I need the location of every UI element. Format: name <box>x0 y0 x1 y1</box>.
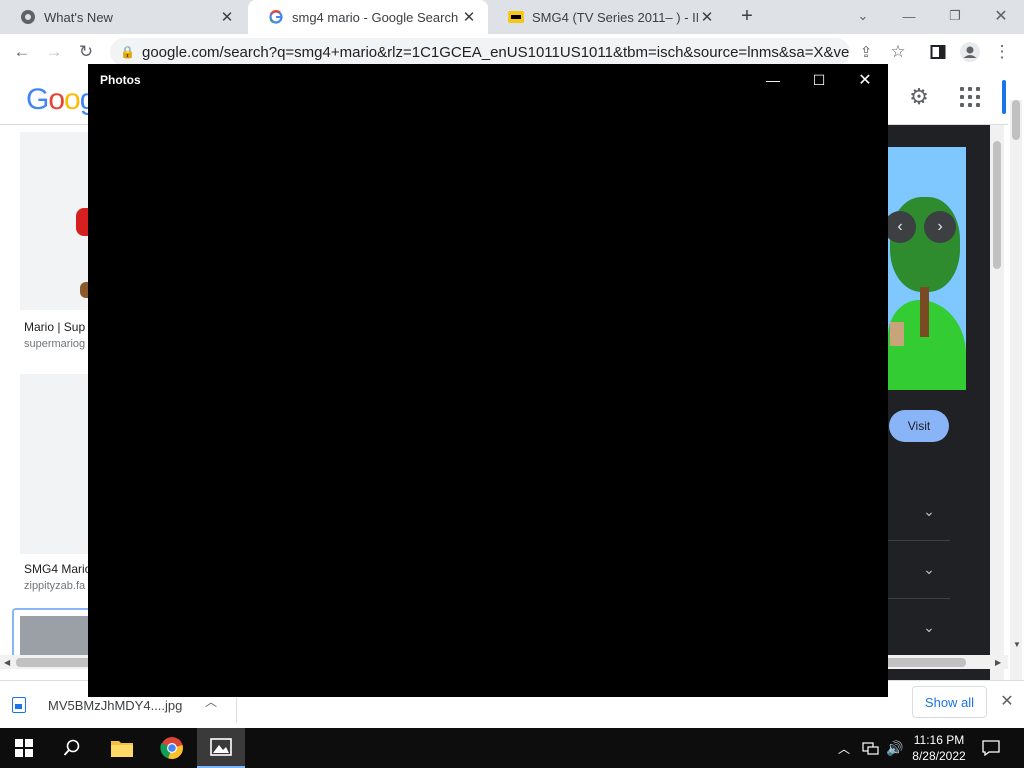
photos-taskbar-icon[interactable] <box>197 728 245 768</box>
apps-grid-icon[interactable] <box>958 85 982 109</box>
result-title[interactable]: Mario | Sup <box>24 320 85 334</box>
minimize-icon[interactable]: — <box>750 68 796 92</box>
photos-window-title: Photos <box>100 73 141 87</box>
network-icon[interactable] <box>862 728 880 768</box>
chrome-taskbar-icon[interactable] <box>148 728 196 768</box>
preview-scrollbar[interactable] <box>990 125 1004 680</box>
chrome-icon <box>20 9 36 25</box>
reload-icon[interactable]: ↻ <box>74 40 98 64</box>
tab-title: SMG4 (TV Series 2011– ) - IMDb <box>532 9 698 25</box>
divider <box>888 598 950 599</box>
close-tab-icon[interactable]: ✕ <box>460 8 478 26</box>
next-image-icon[interactable]: › <box>924 211 956 243</box>
clock-time: 11:16 PM <box>913 733 965 747</box>
windows-taskbar: ︿ 🔊 11:16 PM 8/28/2022 <box>0 728 1024 768</box>
windows-start-icon[interactable] <box>0 728 48 768</box>
show-all-button[interactable]: Show all <box>912 686 987 718</box>
forward-icon[interactable]: → <box>42 40 66 64</box>
result-thumbnail[interactable] <box>20 374 88 554</box>
scroll-right-arrow[interactable]: ▶ <box>995 658 1001 667</box>
google-g-icon <box>268 9 284 25</box>
visit-button[interactable]: Visit <box>889 410 949 442</box>
chevron-down-icon[interactable]: ⌄ <box>918 561 940 583</box>
tab-title: What's New <box>44 9 113 25</box>
close-tab-icon[interactable]: ✕ <box>218 8 236 26</box>
divider <box>888 540 950 541</box>
url-text: google.com/search?q=smg4+mario&rlz=1C1GC… <box>142 43 850 61</box>
clock-date: 8/28/2022 <box>912 749 966 763</box>
scroll-down-arrow[interactable]: ▼ <box>1013 640 1021 649</box>
scroll-left-arrow[interactable]: ◀ <box>4 658 10 667</box>
result-source[interactable]: zippityzab.fa <box>24 580 85 592</box>
preview-image[interactable] <box>888 147 966 390</box>
tab-title: smg4 mario - Google Search <box>292 9 459 25</box>
back-icon[interactable]: ← <box>10 40 34 64</box>
profile-avatar-icon[interactable] <box>958 40 982 64</box>
close-icon[interactable]: ✕ <box>842 68 888 92</box>
maximize-icon[interactable]: ☐ <box>796 68 842 92</box>
page-scrollbar[interactable] <box>1010 100 1022 680</box>
show-hidden-icons[interactable]: ︿ <box>838 728 850 768</box>
chrome-menu-icon[interactable]: ⋮ <box>990 40 1014 64</box>
search-icon[interactable] <box>48 728 96 768</box>
new-tab-button[interactable]: + <box>736 6 758 28</box>
tab-whats-new[interactable]: What's New ✕ <box>0 0 246 34</box>
result-thumbnail[interactable] <box>20 132 90 310</box>
close-window-icon[interactable]: ✕ <box>978 0 1024 32</box>
download-filename: MV5BMzJhMDY4....jpg <box>48 697 183 713</box>
google-logo[interactable]: Goog <box>26 83 96 117</box>
tab-strip: What's New ✕ smg4 mario - Google Search … <box>0 0 1024 34</box>
chevron-down-icon[interactable]: ⌄ <box>918 619 940 641</box>
close-tab-icon[interactable]: ✕ <box>698 8 716 26</box>
file-explorer-icon[interactable] <box>98 728 146 768</box>
tab-search-icon[interactable]: ⌄ <box>840 0 886 32</box>
imdb-icon <box>508 9 524 25</box>
tab-google-search[interactable]: smg4 mario - Google Search ✕ <box>248 0 488 34</box>
share-icon[interactable]: ⇪ <box>854 40 878 64</box>
side-panel-icon[interactable] <box>926 40 950 64</box>
close-icon[interactable]: ✕ <box>997 691 1017 711</box>
photos-window[interactable]: Photos — ☐ ✕ <box>88 64 888 697</box>
bookmark-star-icon[interactable]: ☆ <box>886 40 910 64</box>
lock-icon: 🔒 <box>120 45 135 59</box>
taskbar-clock[interactable]: 11:16 PM 8/28/2022 <box>900 732 978 764</box>
sign-in-button-edge[interactable] <box>1002 80 1006 114</box>
chevron-down-icon[interactable]: ⌄ <box>918 503 940 525</box>
restore-icon[interactable]: ❐ <box>932 0 978 32</box>
tab-imdb[interactable]: SMG4 (TV Series 2011– ) - IMDb ✕ <box>488 0 726 34</box>
previous-image-icon[interactable]: ‹ <box>884 211 916 243</box>
gear-icon[interactable]: ⚙ <box>906 84 932 110</box>
image-preview-panel: ‹ › Visit ⌄ ⌄ ⌄ <box>884 125 990 680</box>
result-title[interactable]: SMG4 Mario <box>24 562 91 576</box>
notifications-icon[interactable] <box>982 728 1000 768</box>
image-file-icon <box>12 697 26 713</box>
minimize-icon[interactable]: — <box>886 0 932 32</box>
address-bar[interactable]: 🔒 google.com/search?q=smg4+mario&rlz=1C1… <box>110 38 850 66</box>
result-source[interactable]: supermariog <box>24 338 85 350</box>
